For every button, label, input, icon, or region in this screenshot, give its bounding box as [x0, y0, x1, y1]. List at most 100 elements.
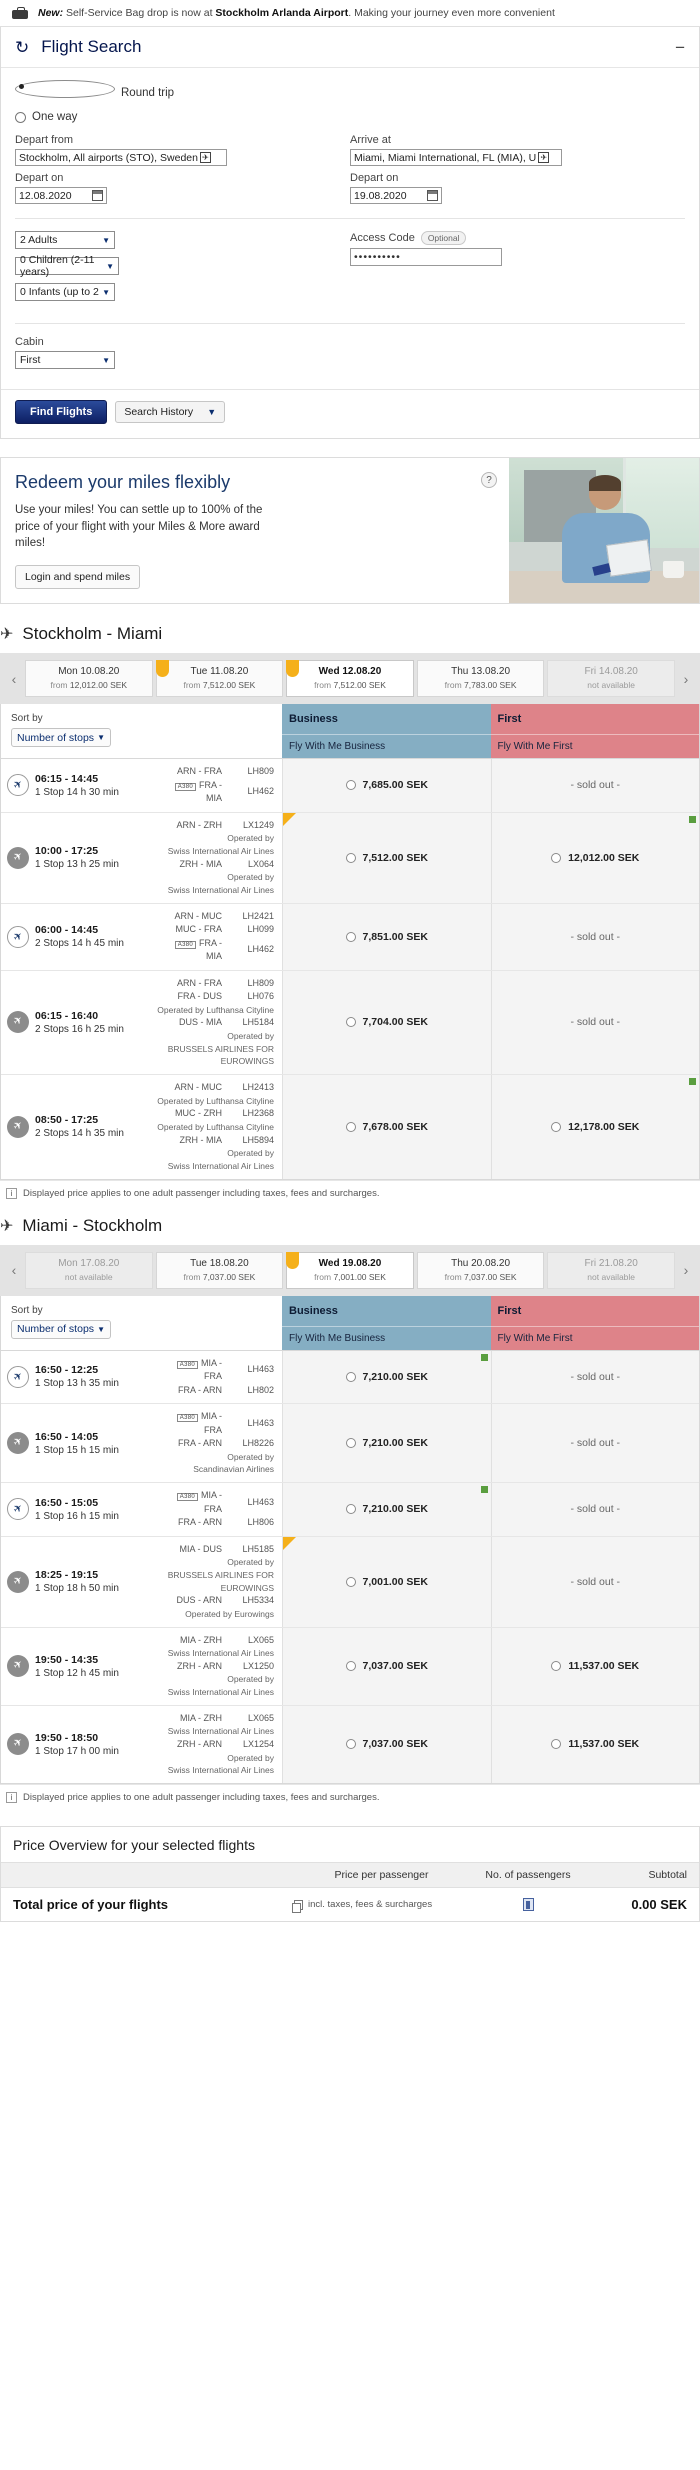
fare-price-cell[interactable]: 12,012.00 SEK [490, 812, 699, 903]
fare-price-cell[interactable]: 7,851.00 SEK [282, 903, 491, 970]
date-option[interactable]: Wed 19.08.20 from 7,001.00 SEK [286, 1251, 414, 1289]
date-option[interactable]: Tue 11.08.20 from 7,512.00 SEK [155, 660, 284, 698]
depart-from-input[interactable]: Stockholm, All airports (STO), Sweden ✈ [15, 149, 227, 166]
search-history-button[interactable]: Search History ▼ [115, 401, 226, 423]
fare-price-cell[interactable]: 7,678.00 SEK [282, 1075, 491, 1179]
find-flights-button[interactable]: Find Flights [15, 400, 108, 424]
prev-dates-button[interactable]: ‹ [6, 660, 22, 697]
fare-price-cell[interactable]: 7,512.00 SEK [282, 812, 491, 903]
fare-select-radio[interactable] [345, 1661, 356, 1672]
fare-select-radio[interactable] [551, 1661, 562, 1672]
fare-price-cell[interactable]: 7,210.00 SEK [282, 1483, 491, 1536]
arrive-at-input[interactable]: Miami, Miami International, FL (MIA), U … [350, 149, 562, 166]
fare-select-radio[interactable] [345, 1371, 356, 1382]
calendar-icon[interactable] [427, 190, 438, 201]
fare-price-cell[interactable]: 11,537.00 SEK [490, 1627, 699, 1705]
date-option[interactable]: Thu 20.08.20 from 7,037.00 SEK [416, 1251, 545, 1289]
date-option[interactable]: Fri 21.08.20 not available [547, 1251, 675, 1289]
fare-select-radio[interactable] [345, 852, 356, 863]
help-icon[interactable]: ? [481, 472, 497, 488]
collapse-panel-button[interactable]: − [675, 39, 685, 56]
flight-segment: FRA - ARN LH806 [127, 1516, 274, 1530]
fare-select-radio[interactable] [345, 1504, 356, 1515]
date-option[interactable]: Fri 14.08.20 not available [547, 660, 675, 698]
infants-select[interactable]: 0 Infants (up to 2 ▼ [15, 283, 115, 301]
best-price-corner-icon [283, 812, 296, 826]
divider [15, 323, 685, 324]
fare-price-cell[interactable]: 7,210.00 SEK [282, 1350, 491, 1404]
date-option[interactable]: Mon 10.08.20 from 12,012.00 SEK [25, 660, 153, 698]
flight-info-cell: 18:25 - 19:151 Stop 18 h 50 minMIA - DUS… [1, 1536, 282, 1627]
fare-select-radio[interactable] [551, 1121, 562, 1132]
fare-price-cell[interactable]: 7,704.00 SEK [282, 970, 491, 1075]
fare-price-cell[interactable]: 11,537.00 SEK [490, 1705, 699, 1784]
flight-segments: A380 MIA - FRA LH463 FRA - ARN LH8226 Operate… [127, 1410, 274, 1476]
fare-price-cell[interactable]: 7,037.00 SEK [282, 1627, 491, 1705]
cabin-select[interactable]: First ▼ [15, 351, 115, 369]
calendar-icon[interactable] [92, 190, 103, 201]
segment-flight-number: LH5334 [242, 1595, 274, 1606]
flight-segment: ZRH - MIA LX064 [127, 858, 275, 872]
access-code-input[interactable]: •••••••••• [350, 248, 502, 266]
flight-info-cell: 19:50 - 18:501 Stop 17 h 00 minMIA - ZRH… [1, 1705, 282, 1784]
next-dates-button[interactable]: › [678, 660, 694, 697]
depart-from-value: Stockholm, All airports (STO), Sweden [19, 151, 198, 164]
date-option[interactable]: Tue 18.08.20 from 7,037.00 SEK [155, 1251, 284, 1289]
flight-stops-duration: 1 Stop 13 h 35 min [35, 1378, 119, 1390]
passenger-icon [522, 1898, 534, 1912]
flight-segment: FRA - ARN LH802 [127, 1384, 274, 1398]
fare-price-cell[interactable]: 12,178.00 SEK [490, 1075, 699, 1179]
fare-price-cell[interactable]: 7,037.00 SEK [282, 1705, 491, 1784]
date-option[interactable]: Mon 17.08.20 not available [25, 1251, 153, 1289]
segment-operator: Swiss International Air Lines [167, 1160, 274, 1171]
fare-select-radio[interactable] [345, 1576, 356, 1587]
sort-by-select[interactable]: Number of stops ▼ [11, 728, 111, 748]
fare-select-radio[interactable] [345, 1121, 356, 1132]
segment-operator: Operated by [227, 1148, 274, 1159]
notification-prefix: New: [38, 7, 64, 19]
fare-select-radio[interactable] [551, 1739, 562, 1750]
flight-segment: ARN - FRA LH809 [127, 977, 274, 991]
airport-picker-icon[interactable]: ✈ [538, 152, 550, 163]
outbound-price-note: i Displayed price applies to one adult p… [0, 1179, 700, 1206]
segment-route: MIA - ZRH [180, 1634, 222, 1645]
children-select[interactable]: 0 Children (2-11 years) ▼ [15, 254, 119, 278]
flight-stops-duration: 1 Stop 12 h 45 min [35, 1667, 119, 1679]
date-option[interactable]: Wed 12.08.20 from 7,512.00 SEK [286, 660, 414, 698]
segment-route: ARN - MUC [174, 910, 223, 921]
fare-select-radio[interactable] [345, 1739, 356, 1750]
flight-stops-duration: 2 Stops 14 h 45 min [35, 938, 124, 950]
fare-price-cell[interactable]: 7,001.00 SEK [282, 1536, 491, 1627]
flight-segment: FRA - DUS LH076 [127, 990, 274, 1004]
fare-select-radio[interactable] [345, 780, 356, 791]
segment-operator: BRUSSELS AIRLINES FOR [167, 1043, 274, 1054]
segment-route: ZRH - ARN [177, 1739, 222, 1750]
fare-select-radio[interactable] [345, 1017, 356, 1028]
segment-operator: Swiss International Air Lines [167, 1687, 274, 1698]
depart-date-out-input[interactable]: 12.08.2020 [15, 187, 107, 204]
segment-operator: Operated by Lufthansa Cityline [157, 1121, 274, 1132]
adults-select[interactable]: 2 Adults ▼ [15, 231, 115, 249]
miles-promo-section: Redeem your miles flexibly Use your mile… [0, 439, 700, 614]
fare-select-radio[interactable] [345, 1438, 356, 1449]
next-dates-button[interactable]: › [678, 1252, 694, 1289]
login-spend-miles-button[interactable]: Login and spend miles [15, 565, 141, 590]
sort-by-select[interactable]: Number of stops ▼ [11, 1319, 111, 1339]
plane-circle-icon [7, 1432, 29, 1455]
flight-segments: ARN - FRA LH809 A380 FRA - MIA LH462 [127, 765, 274, 806]
fare-price-cell[interactable]: 7,210.00 SEK [282, 1404, 491, 1483]
airport-picker-icon[interactable]: ✈ [199, 152, 211, 163]
date-option-day: Wed 12.08.20 [318, 666, 382, 678]
depart-date-ret-input[interactable]: 19.08.2020 [350, 187, 442, 204]
fare-select-radio[interactable] [551, 852, 562, 863]
trip-type-round-trip[interactable]: Round trip [15, 80, 685, 106]
fare-select-radio[interactable] [345, 931, 356, 942]
refresh-icon[interactable]: ↻ [15, 39, 29, 56]
fare-price-cell[interactable]: 7,685.00 SEK [282, 759, 491, 812]
radio-round-trip-icon[interactable] [15, 80, 115, 98]
radio-one-way-icon[interactable] [15, 111, 26, 123]
date-option[interactable]: Thu 13.08.20 from 7,783.00 SEK [416, 660, 545, 698]
prev-dates-button[interactable]: ‹ [6, 1252, 22, 1289]
notification-text: New: Self-Service Bag drop is now at Sto… [38, 7, 555, 19]
trip-type-one-way[interactable]: One way [15, 111, 685, 123]
